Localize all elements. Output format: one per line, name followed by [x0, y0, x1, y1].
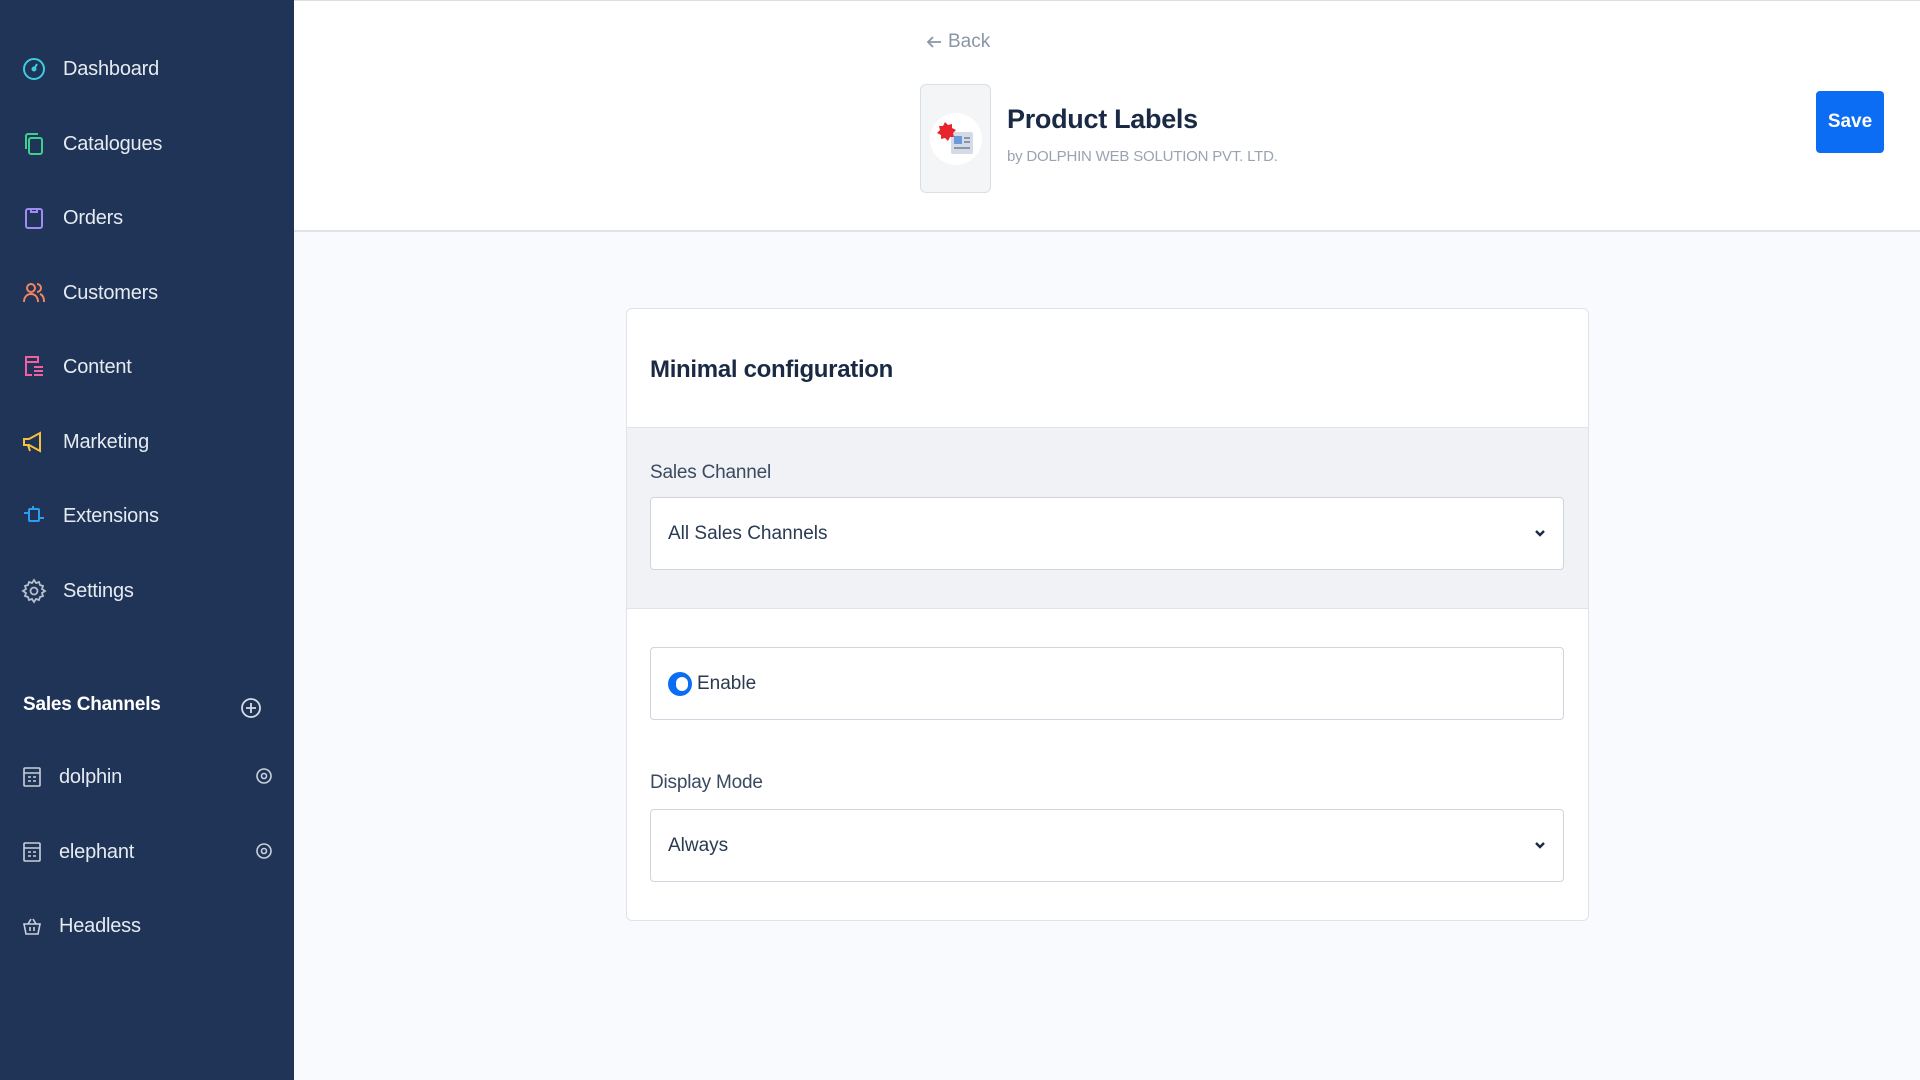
enable-toggle[interactable]	[668, 671, 692, 696]
customers-users-icon	[20, 279, 48, 307]
sidebar-item-label: Customers	[63, 281, 158, 304]
sidebar-item-label: Catalogues	[63, 132, 163, 155]
orders-bag-icon	[20, 204, 48, 232]
display-mode-value: Always	[668, 834, 729, 856]
sidebar-item-customers[interactable]: Customers	[20, 273, 158, 313]
sidebar-item-settings[interactable]: Settings	[20, 571, 134, 611]
chevron-down-icon	[1535, 842, 1545, 849]
back-link[interactable]: Back	[926, 31, 990, 53]
eye-icon[interactable]	[255, 842, 275, 862]
arrow-left-icon	[926, 36, 941, 48]
back-label: Back	[948, 31, 991, 52]
enable-label: Enable	[697, 672, 757, 694]
sidebar-item-orders[interactable]: Orders	[20, 198, 123, 238]
sales-channel-label: dolphin	[59, 765, 123, 788]
sidebar-item-dashboard[interactable]: Dashboard	[20, 49, 159, 89]
dashboard-gauge-icon	[20, 55, 48, 83]
display-mode-select[interactable]: Always	[650, 809, 1564, 882]
storefront-icon	[20, 765, 44, 789]
sidebar: Dashboard Catalogues Orders Customers Co…	[0, 0, 294, 1080]
sidebar-item-marketing[interactable]: Marketing	[20, 422, 149, 462]
sidebar-item-label: Orders	[63, 206, 123, 229]
sales-channels-heading: Sales Channels	[23, 694, 161, 715]
sales-channel-dolphin[interactable]: dolphin	[20, 757, 275, 797]
display-mode-label: Display Mode	[650, 772, 763, 793]
eye-icon[interactable]	[255, 767, 275, 787]
sales-channel-select[interactable]: All Sales Channels	[650, 497, 1564, 570]
save-button[interactable]: Save	[1816, 91, 1884, 153]
content-list-icon	[20, 353, 48, 381]
add-sales-channel-icon[interactable]	[240, 697, 264, 721]
page-header: Back Product Labels by DOLPHIN WEB SOLUT…	[294, 0, 1920, 232]
sales-channel-label: Sales Channel	[650, 462, 771, 483]
catalogue-copy-icon	[20, 130, 48, 158]
page-title: Product Labels	[1007, 104, 1198, 134]
sales-channel-label: elephant	[59, 840, 135, 863]
sidebar-item-extensions[interactable]: Extensions	[20, 496, 159, 536]
basket-icon	[20, 914, 44, 938]
sidebar-item-label: Extensions	[63, 504, 159, 527]
enable-toggle-field: Enable	[650, 647, 1564, 720]
sidebar-item-content[interactable]: Content	[20, 347, 132, 387]
card-title: Minimal configuration	[650, 356, 894, 383]
sales-channel-section: Sales Channel All Sales Channels	[627, 427, 1588, 609]
sales-channel-elephant[interactable]: elephant	[20, 832, 275, 872]
sidebar-item-label: Content	[63, 355, 132, 378]
app-vendor: by DOLPHIN WEB SOLUTION PVT. LTD.	[1007, 148, 1278, 165]
sidebar-item-catalogues[interactable]: Catalogues	[20, 124, 162, 164]
sidebar-item-label: Marketing	[63, 430, 150, 453]
sales-channel-headless[interactable]: Headless	[20, 906, 275, 946]
configuration-card: Minimal configuration Sales Channel All …	[626, 308, 1589, 921]
sidebar-item-label: Settings	[63, 579, 134, 602]
sales-channel-value: All Sales Channels	[668, 522, 828, 544]
storefront-icon	[20, 840, 44, 864]
app-logo	[920, 84, 991, 193]
settings-gear-icon	[20, 577, 48, 605]
sidebar-item-label: Dashboard	[63, 57, 160, 80]
chevron-down-icon	[1535, 530, 1545, 537]
sales-channel-label: Headless	[59, 914, 141, 937]
extensions-plugin-icon	[20, 502, 48, 530]
marketing-megaphone-icon	[20, 428, 48, 456]
